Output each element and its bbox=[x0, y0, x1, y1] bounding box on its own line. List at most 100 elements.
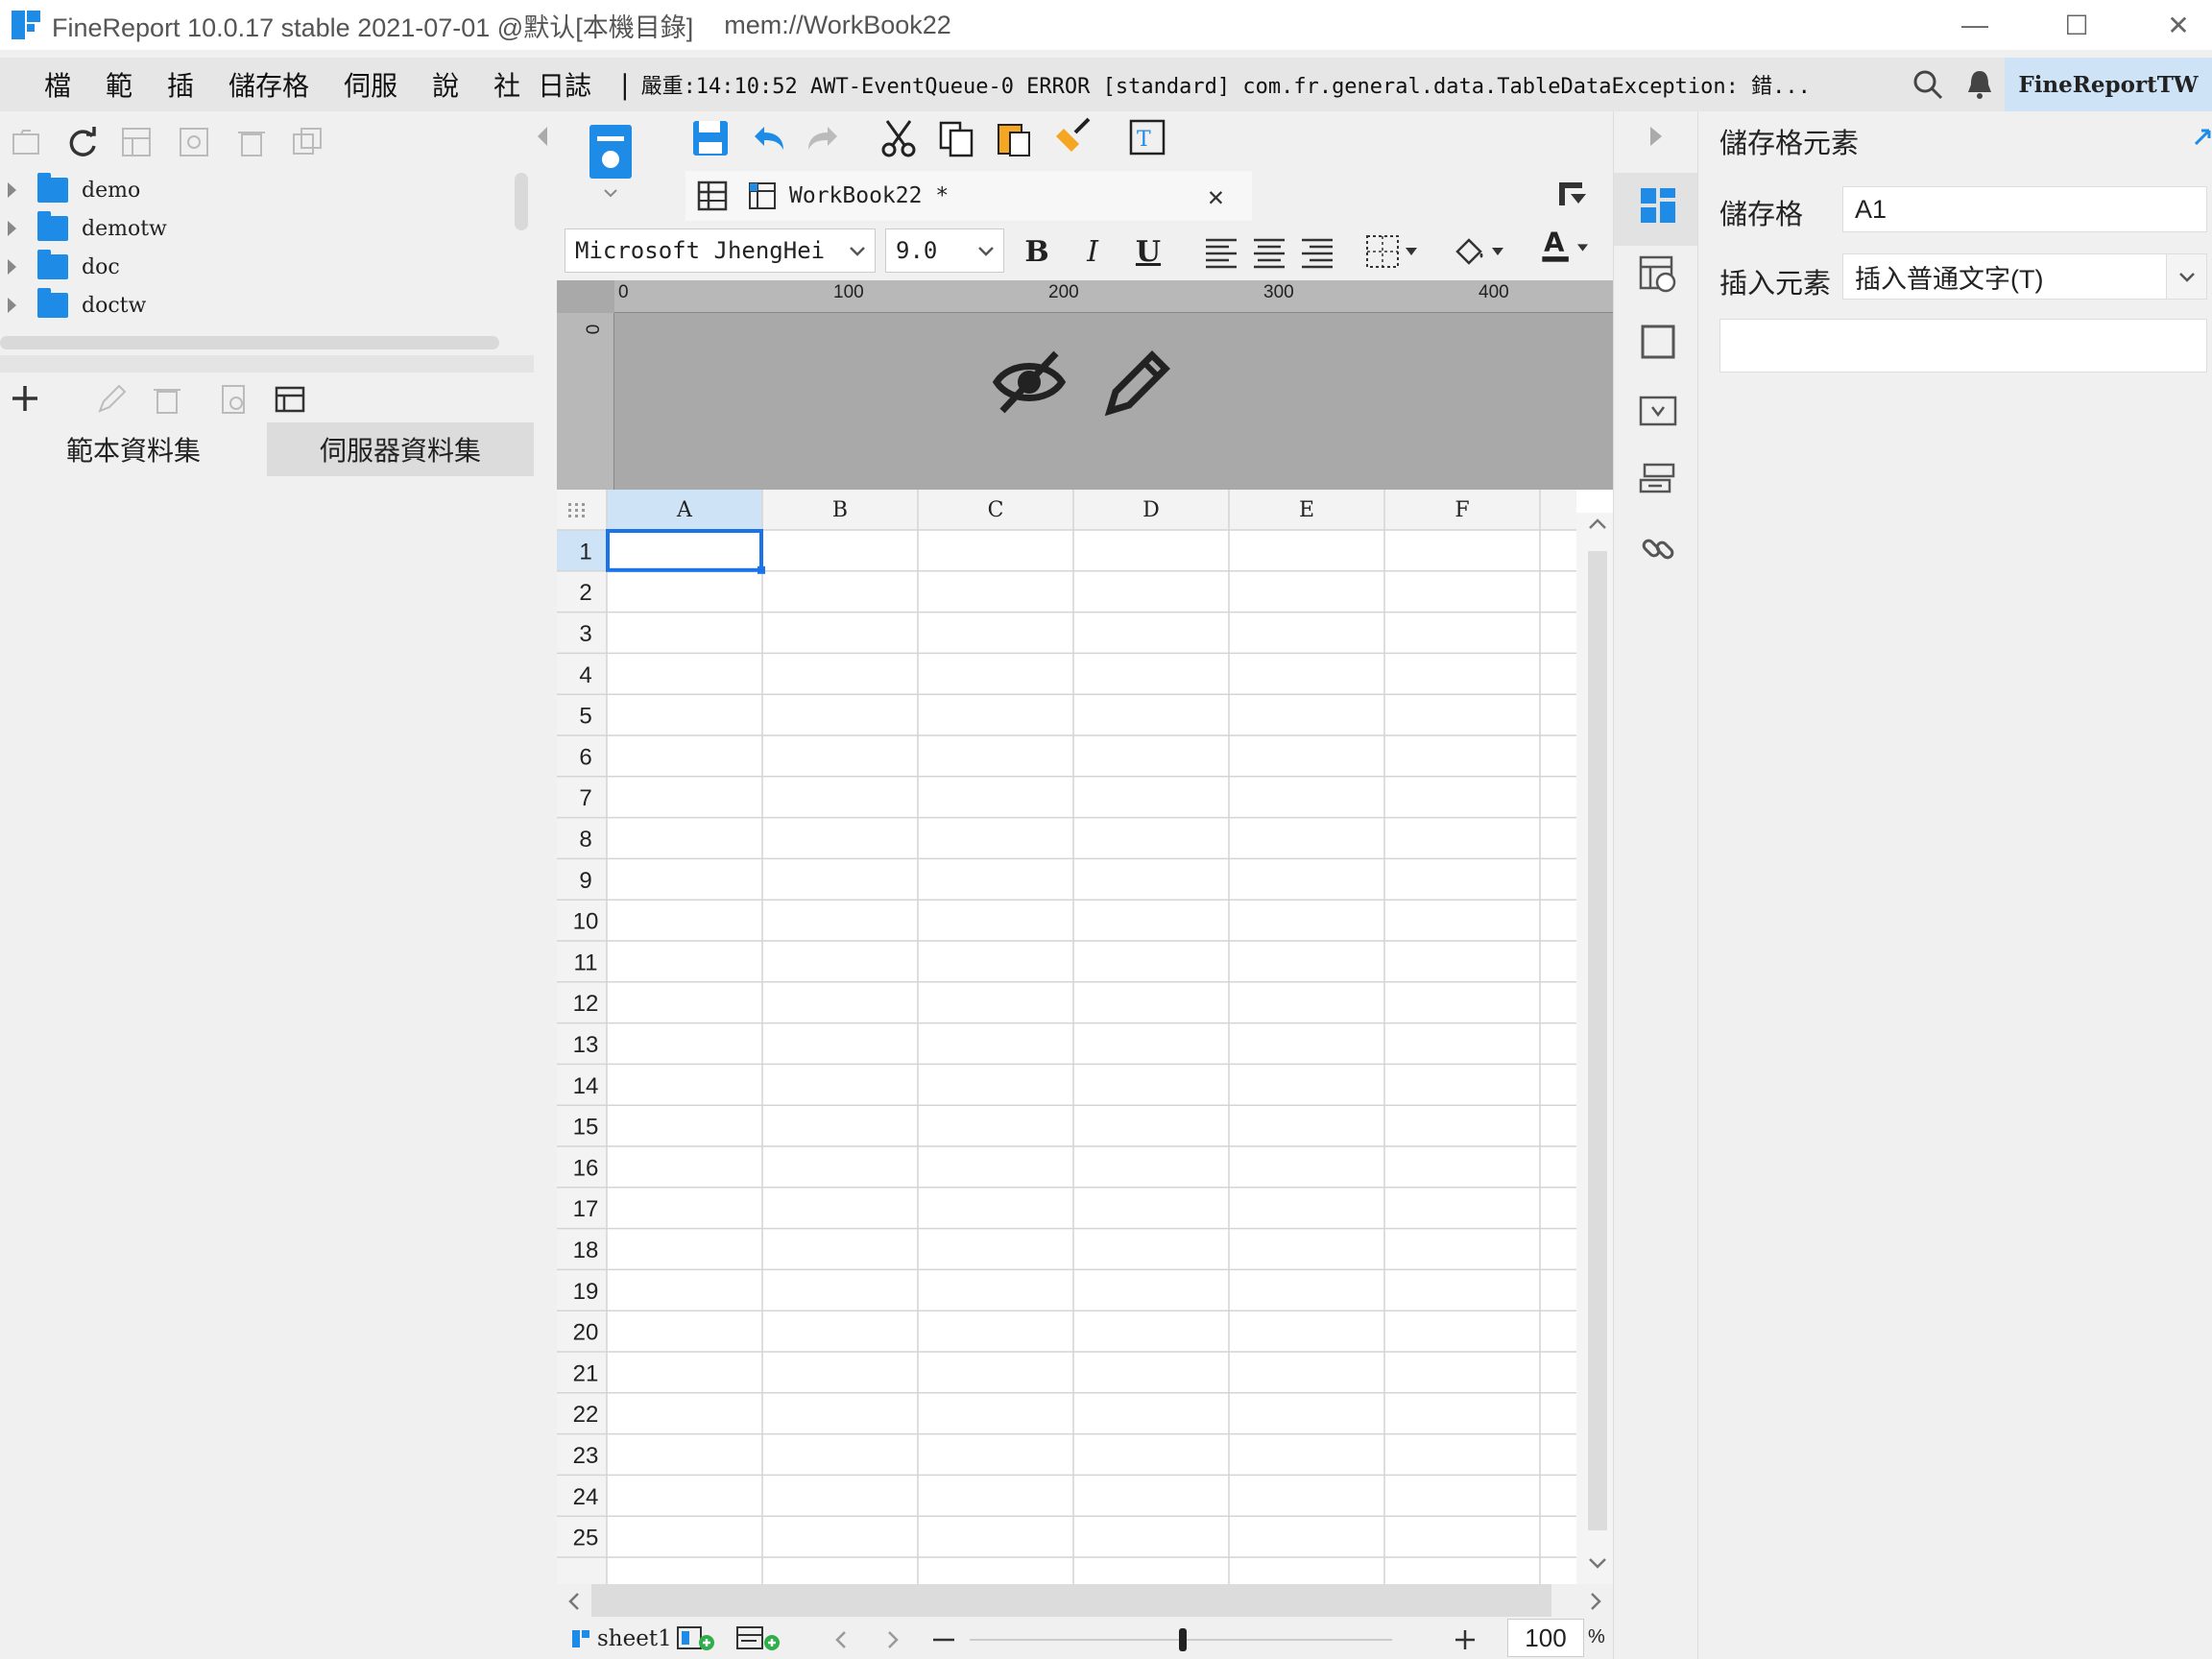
hyperlink-icon[interactable] bbox=[1637, 528, 1679, 570]
selected-cell[interactable] bbox=[606, 529, 763, 572]
delete-dataset-icon[interactable] bbox=[150, 382, 184, 417]
select-all-icon[interactable] bbox=[582, 503, 585, 506]
insert-element-select[interactable]: 插入普通文字(T) bbox=[1842, 253, 2207, 300]
template-icon[interactable] bbox=[119, 125, 154, 159]
new-folder-icon[interactable] bbox=[10, 125, 44, 159]
expand-arrow-icon[interactable] bbox=[8, 182, 16, 198]
scroll-up-icon[interactable] bbox=[1586, 515, 1609, 534]
grid-layout-icon[interactable] bbox=[695, 179, 730, 213]
add-dataset-icon[interactable] bbox=[10, 382, 44, 417]
row-header-22[interactable]: 22 bbox=[573, 1402, 599, 1428]
row-header-25[interactable]: 25 bbox=[573, 1526, 599, 1551]
font-family-select[interactable]: Microsoft JhengHei bbox=[565, 228, 876, 273]
collapse-left-icon[interactable] bbox=[536, 125, 551, 148]
report-header-area[interactable]: 0 100 200 300 400 0 bbox=[557, 280, 1613, 490]
widget-icon[interactable] bbox=[1637, 390, 1679, 432]
select-all-icon[interactable] bbox=[582, 509, 585, 512]
row-header-4[interactable]: 4 bbox=[579, 662, 591, 688]
align-center-icon[interactable] bbox=[1248, 230, 1290, 273]
next-sheet-icon[interactable] bbox=[883, 1628, 902, 1651]
undo-icon[interactable] bbox=[747, 117, 789, 159]
menu-log[interactable]: 日誌 bbox=[538, 65, 609, 104]
row-header-9[interactable]: 9 bbox=[579, 868, 591, 894]
row-header-8[interactable]: 8 bbox=[579, 827, 591, 853]
column-header-f[interactable]: F bbox=[1455, 498, 1469, 522]
fill-color-icon[interactable] bbox=[1450, 230, 1511, 273]
row-header-15[interactable]: 15 bbox=[573, 1115, 599, 1141]
tree-item-doc[interactable]: doc bbox=[0, 248, 518, 286]
cut-icon[interactable] bbox=[878, 117, 920, 159]
eye-slash-icon[interactable] bbox=[991, 344, 1068, 421]
align-left-icon[interactable] bbox=[1200, 230, 1242, 273]
scroll-left-icon[interactable] bbox=[563, 1590, 586, 1613]
scroll-down-icon[interactable] bbox=[1586, 1553, 1609, 1573]
menu-help[interactable]: 說 bbox=[415, 65, 476, 104]
edit-icon[interactable] bbox=[94, 382, 129, 417]
sheet-tab[interactable]: sheet1 bbox=[570, 1623, 783, 1655]
lock-template-icon[interactable] bbox=[177, 125, 211, 159]
menu-file[interactable]: 檔 bbox=[0, 65, 88, 104]
tree-item-doctw[interactable]: doctw bbox=[0, 286, 518, 325]
column-header-a[interactable]: A bbox=[676, 498, 693, 522]
save-icon[interactable] bbox=[689, 117, 732, 159]
row-header-1[interactable]: 1 bbox=[579, 539, 591, 565]
conditional-attr-icon[interactable] bbox=[1637, 459, 1679, 501]
tab-server-datasets[interactable]: 伺服器資料集 bbox=[267, 422, 534, 476]
tree-item-demotw[interactable]: demotw bbox=[0, 209, 518, 248]
row-header-14[interactable]: 14 bbox=[573, 1073, 599, 1099]
copy-icon[interactable] bbox=[290, 125, 325, 159]
expand-arrow-icon[interactable] bbox=[8, 298, 16, 313]
delete-icon[interactable] bbox=[234, 125, 269, 159]
select-all-icon[interactable] bbox=[575, 515, 578, 517]
fill-handle[interactable] bbox=[757, 565, 765, 574]
brand-button[interactable]: FineReportTW bbox=[2005, 58, 2212, 111]
underline-button[interactable]: U bbox=[1129, 232, 1167, 271]
row-header-23[interactable]: 23 bbox=[573, 1443, 599, 1469]
row-header-24[interactable]: 24 bbox=[573, 1484, 599, 1510]
cell-attribute-icon[interactable] bbox=[1637, 253, 1679, 296]
menu-server[interactable]: 伺服 bbox=[326, 65, 415, 104]
style-icon[interactable] bbox=[1637, 321, 1679, 363]
expand-arrow-icon[interactable] bbox=[8, 259, 16, 275]
redo-icon[interactable] bbox=[803, 117, 845, 159]
scroll-right-icon[interactable] bbox=[1584, 1590, 1607, 1613]
pencil-icon[interactable] bbox=[1100, 344, 1177, 421]
new-template-icon[interactable] bbox=[586, 121, 636, 198]
select-all-icon[interactable] bbox=[568, 515, 571, 517]
tree-hscrollbar[interactable] bbox=[0, 336, 499, 349]
add-poly-sheet-icon[interactable] bbox=[735, 1625, 783, 1652]
row-header-10[interactable]: 10 bbox=[573, 909, 599, 935]
row-header-17[interactable]: 17 bbox=[573, 1196, 599, 1222]
paste-icon[interactable] bbox=[993, 117, 1035, 159]
zoom-input[interactable]: 100 bbox=[1507, 1619, 1584, 1657]
vertical-scrollbar[interactable] bbox=[1576, 513, 1613, 1584]
select-all-icon[interactable] bbox=[568, 509, 571, 512]
row-header-16[interactable]: 16 bbox=[573, 1155, 599, 1181]
menu-insert[interactable]: 插 bbox=[150, 65, 211, 104]
maximize-button[interactable]: ☐ bbox=[2026, 0, 2128, 50]
preview-icon[interactable] bbox=[217, 382, 252, 417]
select-dropdown-button[interactable] bbox=[2166, 254, 2206, 299]
tree-vscrollbar[interactable] bbox=[515, 173, 528, 230]
pin-icon[interactable] bbox=[2192, 125, 2212, 146]
bold-button[interactable]: B bbox=[1018, 232, 1056, 271]
prev-sheet-icon[interactable] bbox=[831, 1628, 851, 1651]
document-tab[interactable]: WorkBook22 * ✕ bbox=[685, 171, 1252, 221]
select-all-icon[interactable] bbox=[575, 509, 578, 512]
horizontal-scroll-thumb[interactable] bbox=[591, 1584, 1551, 1617]
border-icon[interactable] bbox=[1363, 230, 1425, 273]
minimize-button[interactable]: — bbox=[1924, 0, 2026, 50]
tree-item-demo[interactable]: demo bbox=[0, 171, 518, 209]
column-header-e[interactable]: E bbox=[1299, 498, 1314, 522]
close-tab-icon[interactable]: ✕ bbox=[1208, 180, 1224, 212]
text-box-icon[interactable]: T bbox=[1127, 117, 1169, 159]
tab-template-datasets[interactable]: 範本資料集 bbox=[0, 422, 267, 476]
italic-button[interactable]: I bbox=[1073, 232, 1112, 271]
select-all-icon[interactable] bbox=[568, 503, 571, 506]
cell-input[interactable]: A1 bbox=[1842, 186, 2207, 232]
bell-icon[interactable] bbox=[1962, 67, 1997, 102]
menu-template[interactable]: 範 bbox=[88, 65, 150, 104]
error-log-message[interactable]: 嚴重:14:10:52 AWT-EventQueue-0 ERROR [stan… bbox=[641, 69, 1813, 100]
menu-community[interactable]: 社 bbox=[476, 65, 538, 104]
vertical-scroll-thumb[interactable] bbox=[1588, 551, 1607, 1530]
